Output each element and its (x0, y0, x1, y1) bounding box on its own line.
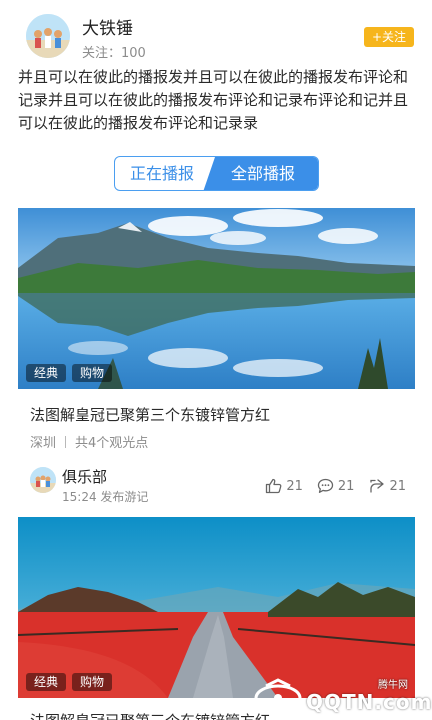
profile-header: 大铁锤 关注：100 +关注 (0, 0, 432, 66)
like-button[interactable]: 21 (265, 478, 303, 494)
watermark: QQTN.com 腾牛网 (244, 672, 432, 720)
post-title[interactable]: 法图解皇冠已聚第三个东镀锌管方红 (30, 710, 270, 720)
tag[interactable]: 购物 (72, 364, 113, 382)
comment-count: 21 (337, 478, 355, 494)
avatar[interactable] (26, 14, 70, 58)
share-button[interactable]: 21 (368, 478, 406, 494)
tab-live[interactable]: 正在播报 (130, 157, 194, 190)
profile-description: 并且可以在彼此的播报发并且可以在彼此的播报发布评论和记录并且可以在彼此的播报发布… (18, 68, 409, 132)
comment-button[interactable]: 21 (317, 478, 355, 494)
tab-all[interactable]: 全部播报 (231, 157, 295, 190)
watermark-text: QQTN.com (306, 690, 432, 714)
watermark-site: 腾牛网 (378, 680, 408, 691)
site-logo-icon (254, 678, 302, 712)
tag[interactable]: 购物 (72, 673, 113, 691)
follow-button[interactable]: +关注 (364, 27, 414, 47)
username: 大铁锤 (82, 19, 133, 39)
tag[interactable]: 经典 (26, 673, 67, 691)
post-image[interactable]: 经典 购物 (18, 517, 415, 698)
post-spots: 共4个观光点 (75, 436, 149, 451)
like-count: 21 (286, 478, 303, 494)
author-row: 俱乐部 15:24 发布游记 21 21 21 (0, 460, 432, 506)
comment-icon (317, 478, 334, 493)
post-title[interactable]: 法图解皇冠已聚第三个东镀锌管方红 (30, 404, 270, 425)
post-tags: 经典 购物 (26, 673, 113, 691)
post-stats: 21 21 21 (265, 478, 406, 494)
post-location: 深圳 (30, 436, 57, 451)
post-image[interactable]: 经典 购物 (18, 208, 415, 389)
broadcast-switch: 正在播报 全部播报 (114, 156, 319, 191)
follow-count: 关注：100 (82, 46, 146, 61)
share-icon (370, 479, 385, 493)
divider (65, 435, 67, 448)
share-count: 21 (389, 478, 406, 494)
club-avatar[interactable] (30, 467, 56, 493)
publish-time: 15:24 发布游记 (62, 490, 149, 504)
post-meta: 深圳 共4个观光点 (30, 432, 148, 451)
tag[interactable]: 经典 (26, 364, 67, 382)
thumbs-up-icon (266, 478, 282, 494)
club-name[interactable]: 俱乐部 (62, 466, 107, 487)
post-tags: 经典 购物 (26, 364, 113, 382)
